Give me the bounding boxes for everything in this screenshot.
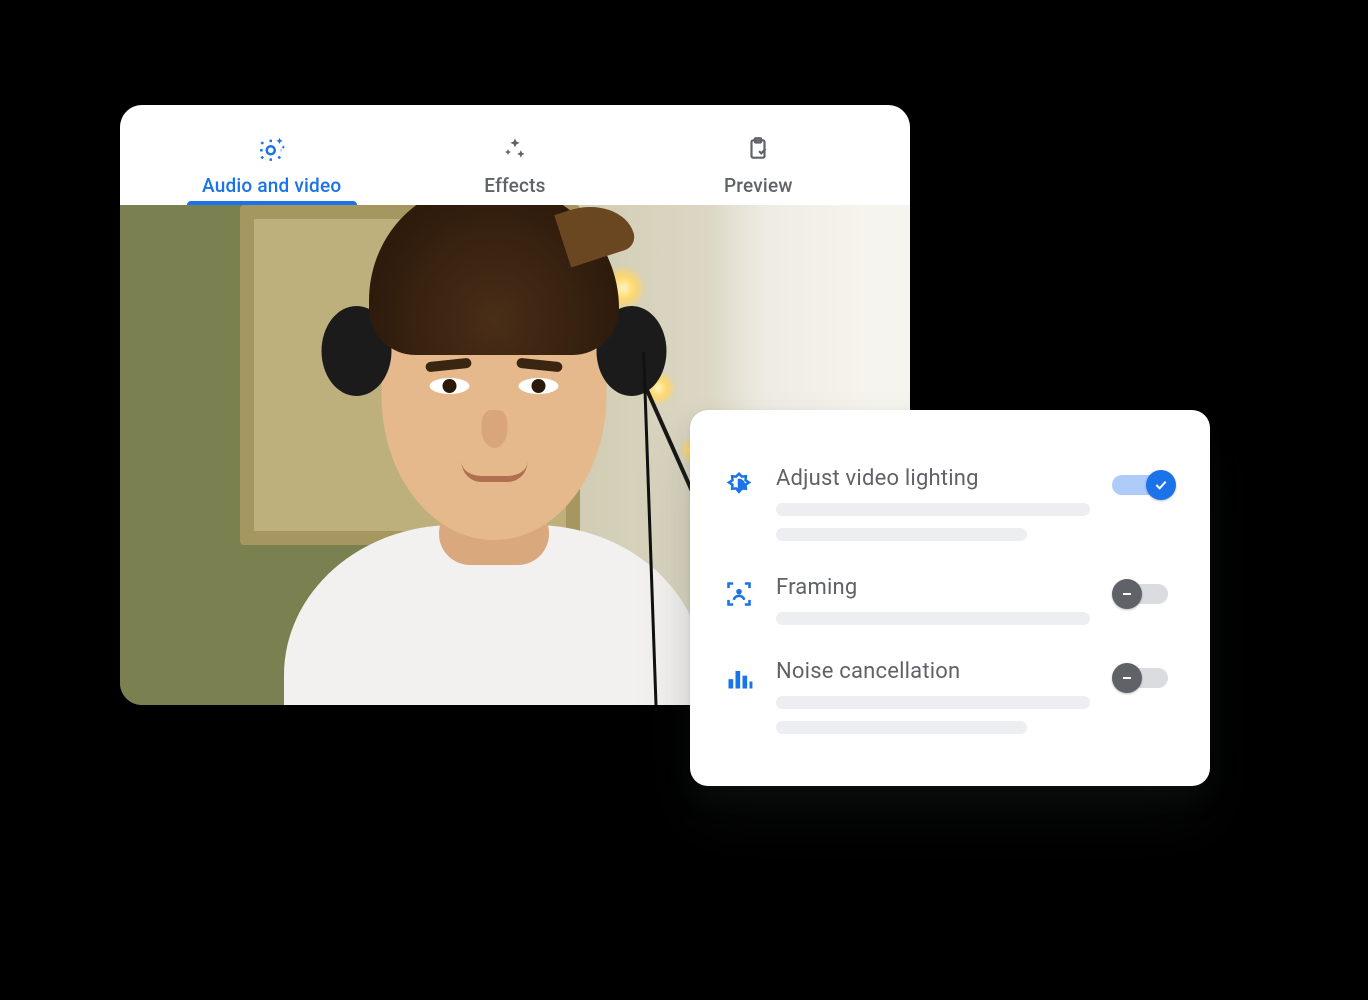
tab-preview[interactable]: Preview — [637, 134, 880, 205]
audio-video-settings-card: Adjust video lighting Framing — [690, 410, 1210, 786]
setting-framing: Framing — [724, 561, 1176, 639]
equalizer-icon — [724, 663, 754, 693]
placeholder-line — [776, 612, 1090, 625]
tab-label: Preview — [724, 174, 793, 197]
tab-audio-and-video[interactable]: Audio and video — [150, 134, 393, 205]
setting-title: Framing — [776, 575, 1090, 600]
placeholder-line — [776, 528, 1027, 541]
brightness-icon — [724, 470, 754, 500]
setting-adjust-video-lighting: Adjust video lighting — [724, 452, 1176, 555]
setting-noise-cancellation: Noise cancellation — [724, 645, 1176, 748]
toggle-framing[interactable] — [1112, 577, 1176, 611]
placeholder-line — [776, 696, 1090, 709]
minus-icon — [1119, 586, 1135, 602]
sparkles-icon — [500, 134, 530, 164]
minus-icon — [1119, 670, 1135, 686]
gear-sparkle-icon — [257, 134, 287, 164]
toggle-noise-cancellation[interactable] — [1112, 661, 1176, 695]
tab-label: Effects — [484, 174, 545, 197]
frame-person-icon — [724, 579, 754, 609]
tab-label: Audio and video — [202, 174, 341, 197]
toggle-adjust-video-lighting[interactable] — [1112, 468, 1176, 502]
tab-bar: Audio and video Effects Preview — [120, 105, 910, 205]
check-icon — [1153, 477, 1169, 493]
setting-title: Adjust video lighting — [776, 466, 1090, 491]
placeholder-line — [776, 503, 1090, 516]
placeholder-line — [776, 721, 1027, 734]
clipboard-check-icon — [743, 134, 773, 164]
setting-title: Noise cancellation — [776, 659, 1090, 684]
tab-effects[interactable]: Effects — [393, 134, 636, 205]
